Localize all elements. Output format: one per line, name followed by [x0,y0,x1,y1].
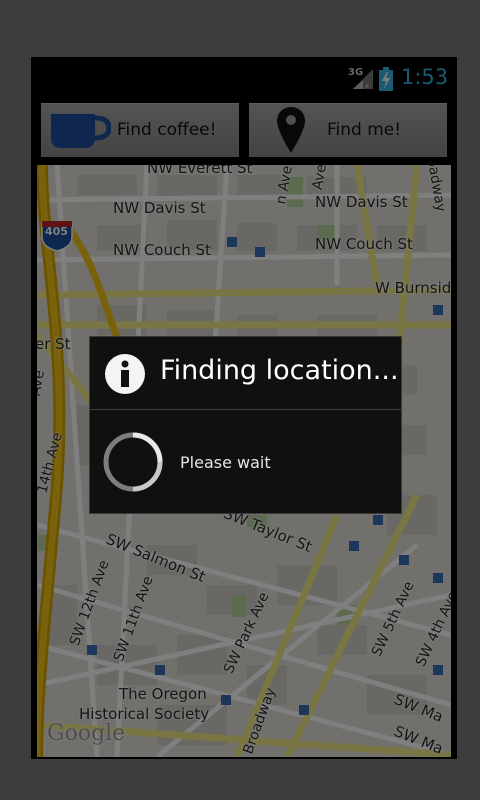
dialog-message: Please wait [180,453,271,472]
dialog-header: Finding location... [90,337,401,409]
progress-dialog: Finding location... Please wait [89,336,402,514]
spinner-icon [103,432,163,492]
dialog-divider [90,409,401,410]
dialog-title: Finding location... [160,355,399,386]
info-icon [105,354,145,394]
